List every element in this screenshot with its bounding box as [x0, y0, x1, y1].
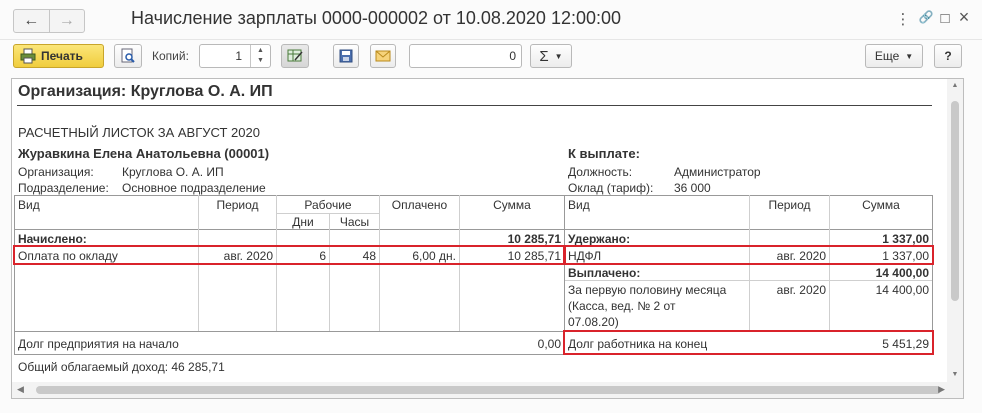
highlight-accrual-row — [13, 245, 566, 265]
print-label: Печать — [41, 49, 83, 63]
menu-icon[interactable]: ⋮ — [894, 10, 912, 28]
preview-icon — [121, 48, 135, 63]
scroll-right-icon[interactable]: ▶ — [938, 384, 945, 395]
horizontal-scroll-thumb[interactable] — [36, 386, 941, 394]
col-sum-right: Сумма — [862, 198, 900, 212]
payment-line2: (Касса, вед. № 2 от — [568, 299, 676, 313]
grid-line — [564, 280, 932, 281]
salary-label: Оклад (тариф): — [568, 181, 654, 195]
taxable-income: Общий облагаемый доход: 46 285,71 — [18, 360, 225, 374]
debt-company-value: 0,00 — [537, 337, 561, 351]
scroll-left-icon[interactable]: ◀ — [17, 384, 24, 395]
window-title: Начисление зарплаты 0000-000002 от 10.08… — [131, 8, 622, 28]
more-button[interactable]: Еще ▼ — [865, 44, 923, 68]
vertical-scroll-thumb[interactable] — [951, 101, 959, 301]
col-vid-right: Вид — [568, 198, 590, 212]
col-hours: Часы — [339, 215, 370, 229]
scroll-up-icon[interactable]: ▲ — [947, 82, 963, 89]
title-divider — [17, 105, 932, 106]
horizontal-scrollbar[interactable]: ◀ ▶ — [12, 382, 949, 398]
salary-value: 36 000 — [674, 181, 711, 195]
report-area[interactable]: Организация: Круглова О. А. ИП РАСЧЕТНЫЙ… — [11, 78, 964, 399]
edit-table-icon — [287, 49, 303, 62]
grid-line — [14, 195, 15, 354]
paid-total: 14 400,00 — [875, 266, 929, 280]
payment-sum: 14 400,00 — [875, 283, 929, 297]
nav-buttons: ← → — [13, 9, 85, 33]
dept-value: Основное подразделение — [122, 181, 266, 195]
to-pay-label: К выплате: — [568, 146, 640, 161]
col-vid-left: Вид — [18, 198, 40, 212]
save-button[interactable] — [333, 44, 359, 68]
copies-label: Копий: — [152, 49, 189, 63]
link-icon[interactable]: 🔗 — [917, 10, 935, 24]
floppy-icon — [339, 49, 353, 63]
highlight-debt-employee — [563, 330, 934, 355]
forward-button[interactable]: → — [48, 10, 85, 32]
col-period-right: Период — [768, 198, 811, 212]
sum-dropdown-button[interactable]: Σ ▼ — [530, 44, 572, 68]
scroll-down-icon[interactable]: ▼ — [947, 371, 963, 378]
payment-line3: 07.08.20) — [568, 315, 619, 329]
sigma-icon: Σ — [539, 47, 549, 65]
col-days: Дни — [292, 215, 314, 229]
highlight-ndfl-row — [563, 245, 934, 265]
col-period-left: Период — [216, 198, 259, 212]
spin-icon[interactable]: ▲ ▼ — [250, 45, 270, 67]
withheld-total: 1 337,00 — [882, 232, 929, 246]
grid-line — [14, 229, 932, 230]
col-working: Рабочие — [304, 198, 352, 212]
grid-line — [329, 213, 330, 331]
title-bar: ← → Начисление зарплаты 0000-000002 от 1… — [0, 0, 982, 40]
vertical-scrollbar[interactable]: ▲ ▼ — [947, 79, 963, 398]
payment-period: авг. 2020 — [776, 283, 826, 297]
dept-label: Подразделение: — [18, 181, 109, 195]
sum-value: 0 — [509, 49, 516, 63]
copies-value: 1 — [235, 49, 242, 63]
col-sum-left: Сумма — [493, 198, 531, 212]
paid-label: Выплачено: — [568, 266, 641, 280]
print-button[interactable]: Печать — [13, 44, 104, 68]
payment-line1: За первую половину месяца — [568, 283, 727, 297]
debt-company-label: Долг предприятия на начало — [18, 337, 179, 351]
help-button[interactable]: ? — [934, 44, 962, 68]
envelope-icon — [375, 50, 391, 62]
send-button[interactable] — [370, 44, 396, 68]
maximize-icon[interactable]: □ — [936, 10, 954, 27]
chevron-down-icon: ▼ — [554, 51, 563, 61]
position-value: Администратор — [674, 165, 761, 179]
org-title: Организация: Круглова О. А. ИП — [18, 83, 273, 100]
chevron-down-icon: ▼ — [905, 51, 914, 61]
col-paid: Оплачено — [391, 198, 448, 212]
grid-line — [14, 195, 932, 196]
grid-line — [276, 213, 379, 214]
printer-icon — [20, 48, 36, 64]
preview-button[interactable] — [114, 44, 142, 68]
edit-report-button[interactable] — [281, 44, 309, 68]
org-value: Круглова О. А. ИП — [122, 165, 224, 179]
copies-stepper[interactable]: 1 ▲ ▼ — [199, 44, 271, 68]
close-icon[interactable]: × — [955, 7, 973, 28]
org-label: Организация: — [18, 165, 94, 179]
withheld-label: Удержано: — [568, 232, 631, 246]
accrued-total: 10 285,71 — [507, 232, 561, 246]
accrued-label: Начислено: — [18, 232, 87, 246]
sheet-title: РАСЧЕТНЫЙ ЛИСТОК ЗА АВГУСТ 2020 — [18, 125, 260, 140]
back-button[interactable]: ← — [14, 10, 49, 32]
more-label: Еще — [874, 49, 900, 63]
position-label: Должность: — [568, 165, 633, 179]
sum-value-field[interactable]: 0 — [409, 44, 522, 68]
employee-name: Журавкина Елена Анатольевна (00001) — [18, 146, 270, 161]
